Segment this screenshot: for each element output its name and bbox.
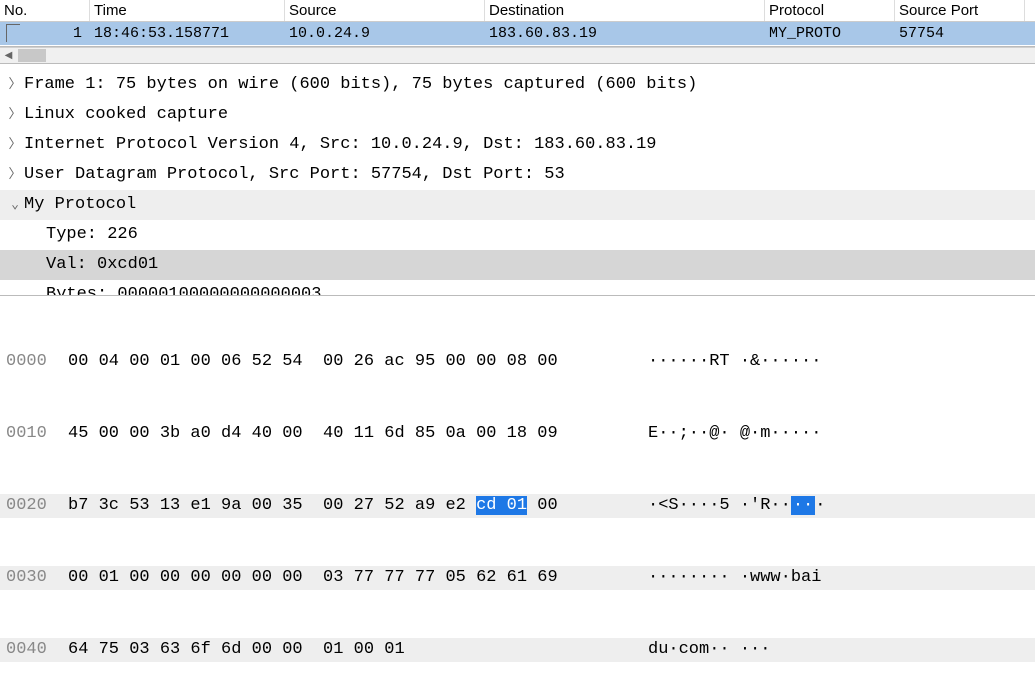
tree-ip-label: Internet Protocol Version 4, Src: 10.0.2… xyxy=(24,132,657,158)
tree-frame-label: Frame 1: 75 bytes on wire (600 bits), 75… xyxy=(24,72,697,98)
hex-bytes: 64 75 03 63 6f 6d 00 00 01 00 01 xyxy=(68,638,628,662)
packet-bytes-pane: 0000 00 04 00 01 00 06 52 54 00 26 ac 95… xyxy=(0,296,1035,692)
hex-bytes: 00 01 00 00 00 00 00 00 03 77 77 77 05 6… xyxy=(68,566,628,590)
packet-row[interactable]: 1 18:46:53.158771 10.0.24.9 183.60.83.19… xyxy=(0,22,1035,46)
hex-offset: 0030 xyxy=(6,566,68,590)
hex-offset: 0020 xyxy=(6,494,68,518)
tree-udp-label: User Datagram Protocol, Src Port: 57754,… xyxy=(24,162,565,188)
hex-bytes: 45 00 00 3b a0 d4 40 00 40 11 6d 85 0a 0… xyxy=(68,422,628,446)
packet-no: 1 xyxy=(0,22,90,45)
packet-time: 18:46:53.158771 xyxy=(90,22,285,45)
chevron-right-icon[interactable]: 〉 xyxy=(6,132,24,158)
hex-ascii: ······RT ·&······ xyxy=(628,350,821,374)
column-header-destination[interactable]: Destination xyxy=(485,0,765,21)
hex-offset: 0040 xyxy=(6,638,68,662)
hex-ascii: ········ ·www·bai xyxy=(628,566,821,590)
tree-myproto-label: My Protocol xyxy=(24,192,136,218)
chevron-right-icon[interactable]: 〉 xyxy=(6,102,24,128)
hex-offset: 0000 xyxy=(6,350,68,374)
packet-list-pane: No. Time Source Destination Protocol Sou… xyxy=(0,0,1035,47)
hex-ascii: E··;··@· @·m····· xyxy=(628,422,821,446)
tree-myproto-bytes1-label: Bytes: 00000100000000000003 xyxy=(46,282,321,296)
column-header-source[interactable]: Source xyxy=(285,0,485,21)
hex-selected-ascii: ·· xyxy=(791,496,815,515)
tree-linux-cooked[interactable]: 〉 Linux cooked capture xyxy=(0,100,1035,130)
tree-ip[interactable]: 〉 Internet Protocol Version 4, Src: 10.0… xyxy=(0,130,1035,160)
tree-linux-label: Linux cooked capture xyxy=(24,102,228,128)
hex-bytes: 00 04 00 01 00 06 52 54 00 26 ac 95 00 0… xyxy=(68,350,628,374)
conversation-marker-icon xyxy=(6,24,20,42)
packet-protocol: MY_PROTO xyxy=(765,22,895,45)
chevron-down-icon[interactable]: ⌄ xyxy=(6,192,24,218)
tree-myproto-bytes1[interactable]: Bytes: 00000100000000000003 xyxy=(0,280,1035,296)
tree-myproto-val-label: Val: 0xcd01 xyxy=(46,252,158,278)
chevron-right-icon[interactable]: 〉 xyxy=(6,72,24,98)
tree-myproto-val[interactable]: Val: 0xcd01 xyxy=(0,250,1035,280)
hex-offset: 0010 xyxy=(6,422,68,446)
hex-ascii: du·com·· ··· xyxy=(628,638,770,662)
scrollbar-thumb[interactable] xyxy=(18,49,46,62)
packet-list-header: No. Time Source Destination Protocol Sou… xyxy=(0,0,1035,22)
hex-bytes: b7 3c 53 13 e1 9a 00 35 00 27 52 a9 e2 c… xyxy=(68,494,628,518)
packet-details-pane: 〉 Frame 1: 75 bytes on wire (600 bits), … xyxy=(0,64,1035,296)
tree-myproto[interactable]: ⌄ My Protocol xyxy=(0,190,1035,220)
hex-selected-bytes: cd 01 xyxy=(476,496,527,515)
scroll-left-icon[interactable]: ◀ xyxy=(0,47,17,64)
column-header-time[interactable]: Time xyxy=(90,0,285,21)
hex-ascii: ·<S····5 ·'R····· xyxy=(628,494,825,518)
hex-row[interactable]: 0020 b7 3c 53 13 e1 9a 00 35 00 27 52 a9… xyxy=(0,494,1035,518)
hex-row[interactable]: 0000 00 04 00 01 00 06 52 54 00 26 ac 95… xyxy=(0,350,1035,374)
tree-udp[interactable]: 〉 User Datagram Protocol, Src Port: 5775… xyxy=(0,160,1035,190)
tree-myproto-type-label: Type: 226 xyxy=(46,222,138,248)
tree-frame[interactable]: 〉 Frame 1: 75 bytes on wire (600 bits), … xyxy=(0,70,1035,100)
packet-destination: 183.60.83.19 xyxy=(485,22,765,45)
hex-row[interactable]: 0030 00 01 00 00 00 00 00 00 03 77 77 77… xyxy=(0,566,1035,590)
column-header-source-port[interactable]: Source Port xyxy=(895,0,1025,21)
packet-source: 10.0.24.9 xyxy=(285,22,485,45)
hex-row[interactable]: 0040 64 75 03 63 6f 6d 00 00 01 00 01 du… xyxy=(0,638,1035,662)
tree-myproto-type[interactable]: Type: 226 xyxy=(0,220,1035,250)
column-header-protocol[interactable]: Protocol xyxy=(765,0,895,21)
hex-row[interactable]: 0010 45 00 00 3b a0 d4 40 00 40 11 6d 85… xyxy=(0,422,1035,446)
column-header-no[interactable]: No. xyxy=(0,0,90,21)
packet-source-port: 57754 xyxy=(895,22,1025,45)
horizontal-scrollbar[interactable]: ◀ xyxy=(0,47,1035,64)
chevron-right-icon[interactable]: 〉 xyxy=(6,162,24,188)
